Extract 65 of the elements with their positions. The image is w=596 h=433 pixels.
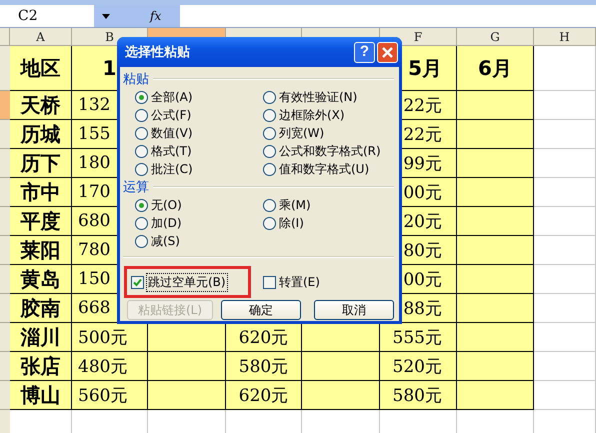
checkbox[interactable] xyxy=(131,276,144,288)
radio-button[interactable] xyxy=(263,162,276,176)
table-cell: 胶南 xyxy=(10,294,72,323)
table-cell: 555元 xyxy=(380,323,457,352)
help-button[interactable]: ? xyxy=(354,42,375,62)
group-label: 运算 xyxy=(123,179,149,196)
table-cell xyxy=(534,120,596,149)
table-cell xyxy=(534,46,596,91)
table-cell: 620元 xyxy=(226,381,302,410)
dropdown-icon[interactable] xyxy=(102,14,110,18)
checkbox-label[interactable]: 跳过空单元(B) xyxy=(146,272,228,292)
table-cell xyxy=(534,236,596,265)
table-cell: 历下 xyxy=(10,149,72,178)
radio-button[interactable] xyxy=(135,216,148,230)
radio-button[interactable] xyxy=(263,108,276,122)
radio-button[interactable] xyxy=(135,90,148,104)
table-cell: 480元 xyxy=(72,352,148,381)
table-cell: 博山 xyxy=(10,381,72,410)
table-cell: 6月 xyxy=(457,46,534,91)
radio-button[interactable] xyxy=(135,234,148,248)
table-cell: 历城 xyxy=(10,120,72,149)
table-cell xyxy=(534,178,596,207)
radio-button[interactable] xyxy=(263,216,276,230)
table-cell: 市中 xyxy=(10,178,72,207)
table-cell xyxy=(534,352,596,381)
checkbox-label[interactable]: 转置(E) xyxy=(278,274,321,290)
table-cell: 黄岛 xyxy=(10,265,72,294)
radio-button[interactable] xyxy=(263,126,276,140)
dialog-button[interactable]: 确定 xyxy=(221,300,301,320)
table-cell: 地区 xyxy=(10,46,72,91)
dialog-button[interactable]: 取消 xyxy=(314,300,394,320)
function-button[interactable]: fx xyxy=(150,5,180,27)
table-cell: 淄川 xyxy=(10,323,72,352)
table-cell: 500元 xyxy=(72,323,148,352)
table-cell: 莱阳 xyxy=(10,236,72,265)
column-header[interactable]: G xyxy=(457,28,534,46)
radio-button[interactable] xyxy=(135,162,148,176)
radio-button[interactable] xyxy=(135,198,148,212)
table-cell xyxy=(534,91,596,120)
radio-button[interactable] xyxy=(135,108,148,122)
table-cell: 580元 xyxy=(226,352,302,381)
table-cell xyxy=(534,265,596,294)
radio-button[interactable] xyxy=(263,198,276,212)
table-cell: 560元 xyxy=(72,381,148,410)
radio-button[interactable] xyxy=(135,126,148,140)
radio-button[interactable] xyxy=(135,144,148,158)
checkbox[interactable] xyxy=(263,276,276,288)
radio-button[interactable] xyxy=(263,144,276,158)
close-button[interactable] xyxy=(377,42,398,62)
table-cell xyxy=(534,294,596,323)
table-cell xyxy=(534,323,596,352)
group-label: 粘贴 xyxy=(123,71,149,88)
column-header[interactable]: A xyxy=(10,28,72,46)
table-cell: 天桥 xyxy=(10,91,72,120)
table-cell xyxy=(534,381,596,410)
radio-button[interactable] xyxy=(263,90,276,104)
table-cell: 520元 xyxy=(380,352,457,381)
table-cell: 张店 xyxy=(10,352,72,381)
table-cell xyxy=(534,207,596,236)
close-icon xyxy=(382,46,393,58)
table-cell: 620元 xyxy=(226,323,302,352)
table-cell: 580元 xyxy=(380,381,457,410)
column-header[interactable]: H xyxy=(534,28,596,46)
table-cell: 平度 xyxy=(10,207,72,236)
table-cell xyxy=(534,149,596,178)
